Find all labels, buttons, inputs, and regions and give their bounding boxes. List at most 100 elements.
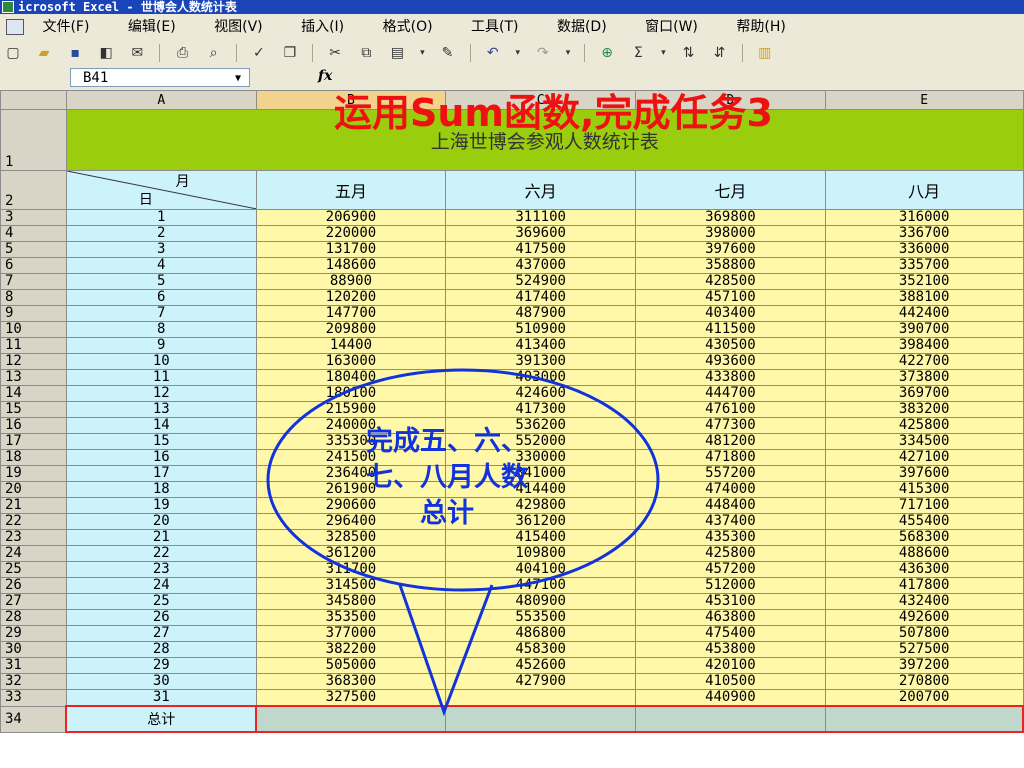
- day-cell[interactable]: 16: [65, 449, 257, 466]
- row-header[interactable]: 22: [0, 513, 67, 530]
- menu-view[interactable]: 视图(V): [214, 14, 263, 40]
- row-header[interactable]: 31: [0, 657, 67, 674]
- value-cell-may[interactable]: 131700: [255, 241, 447, 258]
- chart-wizard-icon[interactable]: ▥: [755, 43, 775, 63]
- month-header-july[interactable]: 七月: [635, 170, 826, 210]
- value-cell-july[interactable]: 476100: [635, 401, 826, 418]
- day-cell[interactable]: 30: [65, 673, 257, 690]
- value-cell-may[interactable]: 377000: [255, 625, 447, 642]
- value-cell-july[interactable]: 453100: [635, 593, 826, 610]
- total-cell-may[interactable]: [255, 705, 447, 733]
- day-cell[interactable]: 17: [65, 465, 257, 482]
- sort-descending-icon[interactable]: ⇵: [710, 43, 730, 63]
- value-cell-august[interactable]: 492600: [824, 609, 1024, 626]
- value-cell-june[interactable]: 417400: [445, 289, 637, 306]
- value-cell-june[interactable]: [445, 689, 637, 707]
- value-cell-may[interactable]: 14400: [255, 337, 447, 354]
- value-cell-july[interactable]: 410500: [635, 673, 826, 690]
- value-cell-july[interactable]: 411500: [635, 321, 826, 338]
- day-cell[interactable]: 21: [65, 529, 257, 546]
- value-cell-june[interactable]: 553500: [445, 609, 637, 626]
- value-cell-june[interactable]: 403000: [445, 369, 637, 386]
- day-cell[interactable]: 24: [65, 577, 257, 594]
- value-cell-august[interactable]: 436300: [824, 561, 1024, 578]
- total-cell-june[interactable]: [445, 705, 637, 733]
- value-cell-august[interactable]: 388100: [824, 289, 1024, 306]
- day-cell[interactable]: 20: [65, 513, 257, 530]
- value-cell-july[interactable]: 493600: [635, 353, 826, 370]
- value-cell-june[interactable]: 437000: [445, 257, 637, 274]
- value-cell-july[interactable]: 403400: [635, 305, 826, 322]
- value-cell-june[interactable]: 510900: [445, 321, 637, 338]
- value-cell-june[interactable]: 447100: [445, 577, 637, 594]
- row-header[interactable]: 27: [0, 593, 67, 610]
- dropdown-arrow-icon[interactable]: ▾: [659, 43, 667, 63]
- value-cell-july[interactable]: 428500: [635, 273, 826, 290]
- menu-file[interactable]: 文件(F): [42, 14, 89, 40]
- value-cell-july[interactable]: 398000: [635, 225, 826, 242]
- day-cell[interactable]: 15: [65, 433, 257, 450]
- day-cell[interactable]: 4: [65, 257, 257, 274]
- value-cell-june[interactable]: 417500: [445, 241, 637, 258]
- row-header[interactable]: 25: [0, 561, 67, 578]
- value-cell-july[interactable]: 557200: [635, 465, 826, 482]
- day-cell[interactable]: 29: [65, 657, 257, 674]
- value-cell-august[interactable]: 336000: [824, 241, 1024, 258]
- value-cell-may[interactable]: 505000: [255, 657, 447, 674]
- value-cell-june[interactable]: 487900: [445, 305, 637, 322]
- day-cell[interactable]: 6: [65, 289, 257, 306]
- value-cell-july[interactable]: 397600: [635, 241, 826, 258]
- value-cell-june[interactable]: 109800: [445, 545, 637, 562]
- value-cell-july[interactable]: 457200: [635, 561, 826, 578]
- day-cell[interactable]: 19: [65, 497, 257, 514]
- value-cell-august[interactable]: 316000: [824, 209, 1024, 226]
- day-cell[interactable]: 22: [65, 545, 257, 562]
- value-cell-july[interactable]: 430500: [635, 337, 826, 354]
- value-cell-may[interactable]: 120200: [255, 289, 447, 306]
- value-cell-july[interactable]: 474000: [635, 481, 826, 498]
- value-cell-july[interactable]: 420100: [635, 657, 826, 674]
- open-folder-icon[interactable]: ▰: [34, 43, 54, 63]
- row-header[interactable]: 3: [0, 209, 67, 226]
- day-cell[interactable]: 18: [65, 481, 257, 498]
- value-cell-may[interactable]: 180400: [255, 369, 447, 386]
- value-cell-may[interactable]: 368300: [255, 673, 447, 690]
- value-cell-july[interactable]: 358800: [635, 257, 826, 274]
- total-cell-july[interactable]: [635, 705, 826, 733]
- day-cell[interactable]: 1: [65, 209, 257, 226]
- value-cell-may[interactable]: 180100: [255, 385, 447, 402]
- format-painter-icon[interactable]: ✎: [438, 43, 458, 63]
- value-cell-july[interactable]: 444700: [635, 385, 826, 402]
- value-cell-august[interactable]: 352100: [824, 273, 1024, 290]
- dropdown-arrow-icon[interactable]: ▾: [514, 43, 522, 63]
- sort-ascending-icon[interactable]: ⇅: [678, 43, 698, 63]
- day-cell[interactable]: 27: [65, 625, 257, 642]
- value-cell-august[interactable]: 507800: [824, 625, 1024, 642]
- row-header[interactable]: 24: [0, 545, 67, 562]
- row-header[interactable]: 18: [0, 449, 67, 466]
- diagonal-header-cell[interactable]: 月 日: [65, 170, 257, 210]
- value-cell-july[interactable]: 477300: [635, 417, 826, 434]
- day-cell[interactable]: 3: [65, 241, 257, 258]
- day-cell[interactable]: 31: [65, 689, 257, 707]
- month-header-may[interactable]: 五月: [255, 170, 447, 210]
- spelling-icon[interactable]: ✓: [249, 43, 269, 63]
- day-cell[interactable]: 9: [65, 337, 257, 354]
- menu-tools[interactable]: 工具(T): [471, 14, 518, 40]
- undo-icon[interactable]: ↶: [483, 43, 503, 63]
- day-cell[interactable]: 5: [65, 273, 257, 290]
- cut-icon[interactable]: ✂: [325, 43, 345, 63]
- value-cell-august[interactable]: 383200: [824, 401, 1024, 418]
- paste-icon[interactable]: ▤: [387, 43, 407, 63]
- value-cell-may[interactable]: 311700: [255, 561, 447, 578]
- hyperlink-icon[interactable]: ⊕: [597, 43, 617, 63]
- menu-insert[interactable]: 插入(I): [301, 14, 344, 40]
- row-header[interactable]: 15: [0, 401, 67, 418]
- redo-icon[interactable]: ↷: [533, 43, 553, 63]
- value-cell-may[interactable]: 215900: [255, 401, 447, 418]
- dropdown-arrow-icon[interactable]: ▾: [418, 43, 426, 63]
- value-cell-may[interactable]: 206900: [255, 209, 447, 226]
- permission-icon[interactable]: ◧: [96, 43, 116, 63]
- value-cell-may[interactable]: 382200: [255, 641, 447, 658]
- value-cell-june[interactable]: 417300: [445, 401, 637, 418]
